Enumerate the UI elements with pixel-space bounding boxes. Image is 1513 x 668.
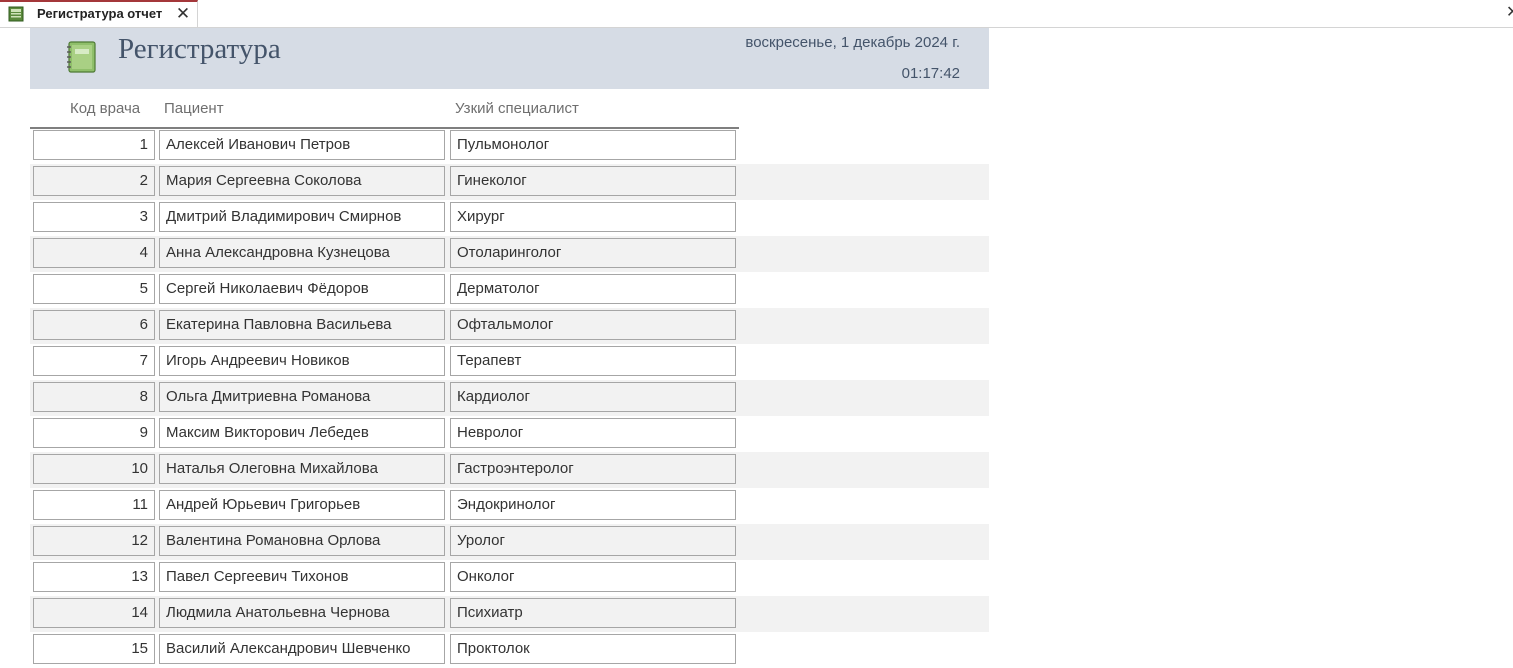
table-row: 14 Людмила Анатольевна Чернова Психиатр (30, 596, 989, 632)
table-row: 7 Игорь Андреевич Новиков Терапевт (30, 344, 989, 380)
report-icon (8, 6, 24, 22)
table-row: 1 Алексей Иванович Петров Пульмонолог (30, 128, 989, 164)
patient-cell[interactable]: Павел Сергеевич Тихонов (159, 562, 445, 592)
doctor-code-cell[interactable]: 4 (33, 238, 155, 268)
table-row: 12 Валентина Романовна Орлова Уролог (30, 524, 989, 560)
doctor-code-cell[interactable]: 6 (33, 310, 155, 340)
report-title: Регистратура (118, 33, 281, 65)
table-row: 13 Павел Сергеевич Тихонов Онколог (30, 560, 989, 596)
patient-cell[interactable]: Алексей Иванович Петров (159, 130, 445, 160)
table-row: 15 Василий Александрович Шевченко Прокто… (30, 632, 989, 668)
patient-cell[interactable]: Людмила Анатольевна Чернова (159, 598, 445, 628)
specialist-cell[interactable]: Гастроэнтеролог (450, 454, 736, 484)
specialist-cell[interactable]: Проктолок (450, 634, 736, 664)
patient-cell[interactable]: Мария Сергеевна Соколова (159, 166, 445, 196)
specialist-cell[interactable]: Уролог (450, 526, 736, 556)
doctor-code-cell[interactable]: 8 (33, 382, 155, 412)
doctor-code-cell[interactable]: 15 (33, 634, 155, 664)
doctor-code-cell[interactable]: 10 (33, 454, 155, 484)
table-row: 11 Андрей Юрьевич Григорьев Эндокринолог (30, 488, 989, 524)
doctor-code-cell[interactable]: 2 (33, 166, 155, 196)
specialist-cell[interactable]: Кардиолог (450, 382, 736, 412)
specialist-cell[interactable]: Гинеколог (450, 166, 736, 196)
table-row: 3 Дмитрий Владимирович Смирнов Хирург (30, 200, 989, 236)
report-rows: 1 Алексей Иванович Петров Пульмонолог 2 … (30, 128, 989, 668)
doctor-code-cell[interactable]: 3 (33, 202, 155, 232)
document-tab-bar: Регистратура отчет ✕ ✕ (0, 0, 1513, 28)
specialist-cell[interactable]: Эндокринолог (450, 490, 736, 520)
table-row: 10 Наталья Олеговна Михайлова Гастроэнте… (30, 452, 989, 488)
doctor-code-cell[interactable]: 1 (33, 130, 155, 160)
specialist-cell[interactable]: Психиатр (450, 598, 736, 628)
doctor-code-cell[interactable]: 12 (33, 526, 155, 556)
specialist-cell[interactable]: Отоларинголог (450, 238, 736, 268)
patient-cell[interactable]: Ольга Дмитриевна Романова (159, 382, 445, 412)
report-date: воскресенье, 1 декабрь 2024 г. (745, 34, 960, 51)
specialist-cell[interactable]: Офтальмолог (450, 310, 736, 340)
table-row: 9 Максим Викторович Лебедев Невролог (30, 416, 989, 452)
patient-cell[interactable]: Максим Викторович Лебедев (159, 418, 445, 448)
specialist-cell[interactable]: Пульмонолог (450, 130, 736, 160)
patient-cell[interactable]: Василий Александрович Шевченко (159, 634, 445, 664)
patient-cell[interactable]: Дмитрий Владимирович Смирнов (159, 202, 445, 232)
doctor-code-cell[interactable]: 14 (33, 598, 155, 628)
notebook-icon (67, 41, 96, 73)
specialist-cell[interactable]: Хирург (450, 202, 736, 232)
specialist-cell[interactable]: Терапевт (450, 346, 736, 376)
column-header-code: Код врача (70, 100, 141, 117)
patient-cell[interactable]: Анна Александровна Кузнецова (159, 238, 445, 268)
doctor-code-cell[interactable]: 13 (33, 562, 155, 592)
column-headers: Код врача Пациент Узкий специалист (30, 98, 739, 129)
patient-cell[interactable]: Андрей Юрьевич Григорьев (159, 490, 445, 520)
report-view: Регистратура воскресенье, 1 декабрь 2024… (30, 28, 989, 666)
patient-cell[interactable]: Валентина Романовна Орлова (159, 526, 445, 556)
patient-cell[interactable]: Наталья Олеговна Михайлова (159, 454, 445, 484)
table-row: 8 Ольга Дмитриевна Романова Кардиолог (30, 380, 989, 416)
tab-report[interactable]: Регистратура отчет ✕ (0, 0, 198, 27)
doctor-code-cell[interactable]: 5 (33, 274, 155, 304)
report-time: 01:17:42 (901, 65, 960, 82)
specialist-cell[interactable]: Онколог (450, 562, 736, 592)
column-header-patient: Пациент (164, 100, 224, 117)
table-row: 5 Сергей Николаевич Фёдоров Дерматолог (30, 272, 989, 308)
report-header: Регистратура воскресенье, 1 декабрь 2024… (30, 28, 989, 89)
doctor-code-cell[interactable]: 7 (33, 346, 155, 376)
table-row: 6 Екатерина Павловна Васильева Офтальмол… (30, 308, 989, 344)
doctor-code-cell[interactable]: 9 (33, 418, 155, 448)
close-icon[interactable]: ✕ (174, 4, 192, 24)
patient-cell[interactable]: Игорь Андреевич Новиков (159, 346, 445, 376)
tab-title: Регистратура отчет (37, 6, 163, 21)
window-close-icon[interactable]: ✕ (1506, 4, 1513, 22)
patient-cell[interactable]: Екатерина Павловна Васильева (159, 310, 445, 340)
column-header-specialist: Узкий специалист (455, 100, 579, 117)
table-row: 2 Мария Сергеевна Соколова Гинеколог (30, 164, 989, 200)
patient-cell[interactable]: Сергей Николаевич Фёдоров (159, 274, 445, 304)
doctor-code-cell[interactable]: 11 (33, 490, 155, 520)
table-row: 4 Анна Александровна Кузнецова Отоларинг… (30, 236, 989, 272)
specialist-cell[interactable]: Невролог (450, 418, 736, 448)
specialist-cell[interactable]: Дерматолог (450, 274, 736, 304)
